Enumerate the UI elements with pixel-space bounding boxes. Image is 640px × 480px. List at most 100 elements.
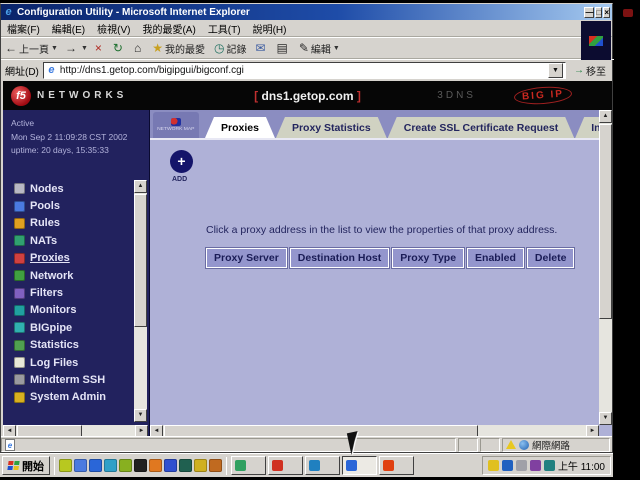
tab[interactable]: Install SSL Certifi (575, 117, 599, 138)
tray-icon[interactable] (488, 460, 499, 471)
window-control-button[interactable]: × (603, 7, 610, 18)
sidebar-item[interactable]: Network (14, 267, 131, 284)
menu-item[interactable]: 我的最愛(A) (142, 21, 195, 36)
proxy-table-header: Delete (527, 248, 575, 268)
main-frame: NETWORK MAP ProxiesProxy StatisticsCreat… (150, 110, 612, 438)
quick-launch (59, 459, 222, 472)
menu-item[interactable]: 檔案(F) (7, 21, 40, 36)
toolbar-button[interactable]: ◷ 記錄 (214, 41, 248, 56)
quick-launch-icon[interactable] (104, 459, 117, 472)
sidebar-item-label: Proxies (30, 252, 70, 264)
sidebar-item-icon (14, 357, 25, 368)
screen: e Configuration Utility - Microsoft Inte… (0, 0, 640, 480)
toolbar-button-icon: ✉ (255, 42, 265, 54)
scroll-up-icon[interactable]: ▲ (134, 180, 147, 193)
menu-item[interactable]: 檢視(V) (97, 21, 130, 36)
sidebar-item[interactable]: Pools (14, 197, 131, 214)
address-input[interactable]: e http://dns1.getop.com/bigipgui/bigconf… (43, 62, 566, 79)
nav-3dns[interactable]: 3DNS (437, 90, 476, 101)
toolbar-button[interactable]: ✉ (255, 42, 269, 54)
scroll-up-icon[interactable]: ▲ (599, 110, 612, 123)
status-panel-main: e (1, 438, 456, 452)
tray-icon[interactable] (516, 460, 527, 471)
sidebar-item[interactable]: Nodes (14, 180, 131, 197)
task-button[interactable] (342, 456, 377, 475)
toolbar-button[interactable]: ✎ 編輯 ▼ (299, 41, 340, 56)
sidebar-item[interactable]: Rules (14, 215, 131, 232)
quick-launch-icon[interactable] (179, 459, 192, 472)
task-button[interactable] (379, 456, 414, 475)
quick-launch-icon[interactable] (164, 459, 177, 472)
sidebar-item[interactable]: Proxies (14, 250, 131, 267)
sidebar-item[interactable]: System Admin (14, 389, 131, 406)
quick-launch-icon[interactable] (74, 459, 87, 472)
quick-launch-icon[interactable] (119, 459, 132, 472)
toolbar-button[interactable]: ↻ (113, 42, 127, 54)
sidebar-item[interactable]: Monitors (14, 302, 131, 319)
menu-item[interactable]: 工具(T) (208, 21, 241, 36)
quick-launch-icon[interactable] (89, 459, 102, 472)
sidebar-item-label: Rules (30, 217, 60, 229)
frames: Active Mon Sep 2 11:09:28 CST 2002 uptim… (3, 110, 612, 438)
hostname: dns1.getop.com (261, 89, 353, 103)
bracket-left: [ (254, 89, 258, 103)
bracket-right: ] (357, 89, 361, 103)
tray-icon[interactable] (544, 460, 555, 471)
sidebar-item[interactable]: Log Files (14, 354, 131, 371)
toolbar-button-label: 我的最愛 (165, 41, 205, 56)
sidebar-item-label: Statistics (30, 339, 79, 351)
sidebar-vertical-scrollbar[interactable]: ▲ ▼ (134, 180, 147, 422)
quick-launch-icon[interactable] (209, 459, 222, 472)
menu-item[interactable]: 說明(H) (253, 21, 287, 36)
taskbar: 開始 (0, 453, 613, 477)
taskbar-divider (54, 457, 55, 475)
tab[interactable]: Create SSL Certificate Request (388, 117, 574, 138)
window-control-button[interactable]: □ (595, 7, 602, 18)
clock: 上午 11:00 (558, 458, 605, 473)
instruction-text: Click a proxy address in the list to vie… (206, 224, 557, 236)
toolbar-button[interactable]: → ▼ (65, 42, 88, 54)
nav-bigip[interactable]: BIG IP (513, 85, 572, 106)
scroll-down-icon[interactable]: ▼ (599, 412, 612, 425)
quick-launch-icon[interactable] (149, 459, 162, 472)
quick-launch-icon[interactable] (59, 459, 72, 472)
main-vertical-scrollbar[interactable]: ▲ ▼ (599, 110, 612, 425)
sidebar-item-icon (14, 374, 25, 385)
sidebar-item[interactable]: Mindterm SSH (14, 371, 131, 388)
chevron-down-icon: ▼ (81, 45, 88, 52)
task-button[interactable] (305, 456, 340, 475)
toolbar-button[interactable]: ▤ (277, 42, 292, 54)
sidebar-item-label: Log Files (30, 357, 78, 369)
address-dropdown-button[interactable]: ▼ (548, 63, 563, 78)
window-control-button[interactable]: — (584, 7, 594, 18)
windows-flag-icon (589, 36, 603, 46)
sidebar-item[interactable]: Statistics (14, 337, 131, 354)
window-title: Configuration Utility - Microsoft Intern… (17, 7, 580, 18)
sidebar-item[interactable]: BIGpipe (14, 319, 131, 336)
toolbar-button[interactable]: ★ 我的最愛 (152, 41, 207, 56)
task-button[interactable] (231, 456, 266, 475)
sidebar-item[interactable]: Filters (14, 284, 131, 301)
network-map-button[interactable]: NETWORK MAP (153, 112, 199, 138)
ie-window: e Configuration Utility - Microsoft Inte… (0, 3, 613, 453)
toolbar-button[interactable]: × (95, 42, 106, 54)
scroll-down-icon[interactable]: ▼ (134, 409, 147, 422)
sidebar-item[interactable]: NATs (14, 232, 131, 249)
tab[interactable]: Proxy Statistics (276, 117, 387, 138)
toolbar-button[interactable]: ⌂ (134, 42, 145, 54)
tray-icon[interactable] (530, 460, 541, 471)
start-button[interactable]: 開始 (2, 456, 50, 475)
scroll-thumb[interactable] (134, 194, 147, 327)
sidebar-item-icon (14, 322, 25, 333)
quick-launch-icon[interactable] (194, 459, 207, 472)
tab[interactable]: Proxies (205, 117, 275, 138)
go-button[interactable]: → 移至 (570, 63, 610, 78)
scroll-thumb[interactable] (599, 124, 612, 319)
toolbar-button[interactable]: ← 上一頁 ▼ (5, 41, 58, 56)
add-button[interactable]: + (170, 150, 193, 173)
quick-launch-icon[interactable] (134, 459, 147, 472)
menu-item[interactable]: 編輯(E) (52, 21, 85, 36)
task-button-icon (383, 460, 394, 471)
tray-icon[interactable] (502, 460, 513, 471)
task-button[interactable] (268, 456, 303, 475)
